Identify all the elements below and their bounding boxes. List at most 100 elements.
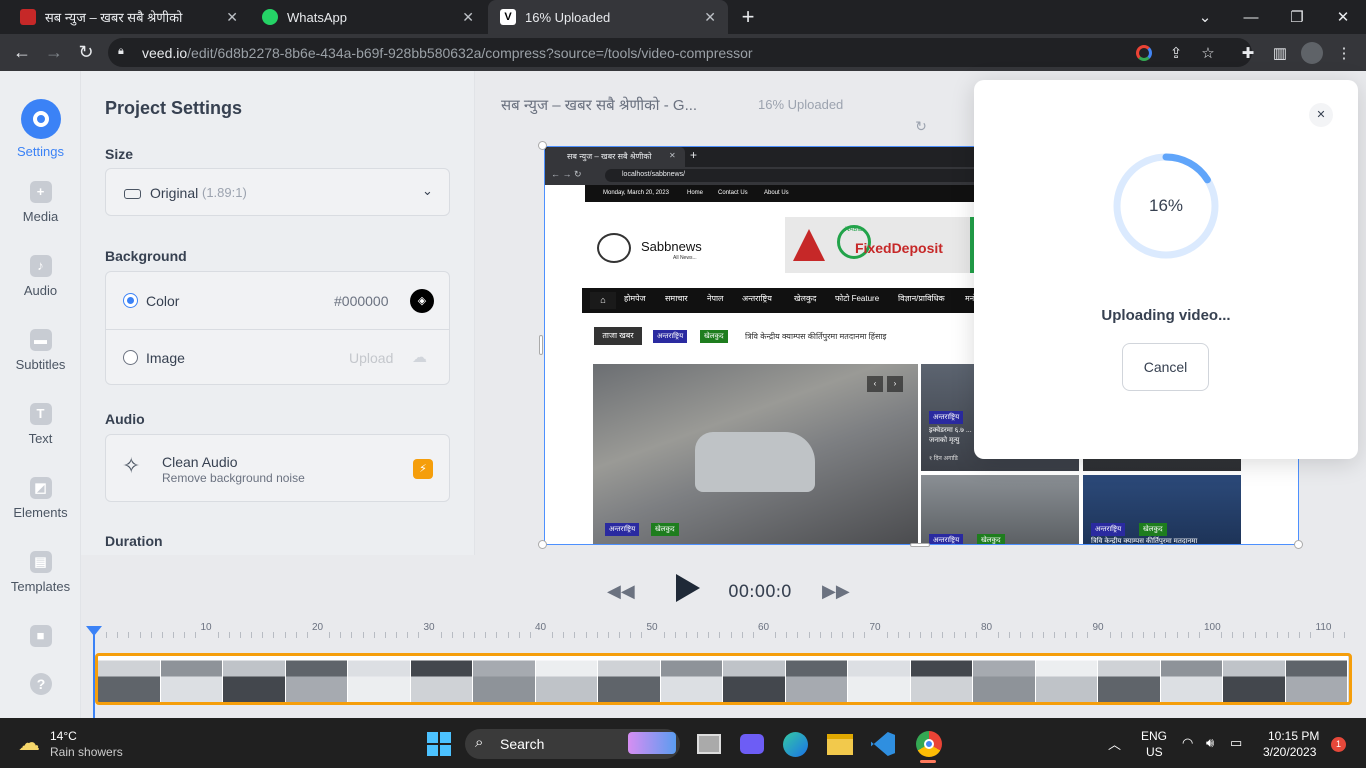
weather-temp[interactable]: 14°C (50, 729, 77, 743)
volume-icon[interactable]: 🔊︎ (1206, 735, 1214, 751)
ruler-tick (585, 632, 587, 638)
new-tab-button[interactable]: + (736, 4, 760, 30)
close-modal-icon[interactable]: ✕ (1309, 103, 1333, 127)
subtitles-icon: ▬ (29, 329, 52, 351)
color-radio[interactable] (123, 293, 138, 308)
ruler-tick (1154, 632, 1156, 638)
ruler-tick (239, 632, 241, 638)
weather-text[interactable]: Rain showers (50, 745, 123, 759)
ruler-tick (251, 632, 253, 638)
ruler-label: 80 (981, 622, 993, 633)
teams-chat-icon[interactable] (740, 734, 764, 754)
extensions-icon[interactable]: ✚ (1233, 34, 1263, 71)
ruler-tick (1109, 632, 1111, 638)
size-dropdown[interactable]: Original (1.89:1) ⌄ (105, 168, 450, 216)
close-tab-icon[interactable]: ✕ (462, 9, 474, 26)
ruler-label: 90 (1092, 622, 1104, 633)
rotate-icon[interactable]: ↻ (912, 118, 930, 136)
rail-text[interactable]: T Text (0, 403, 81, 446)
region[interactable]: US (1146, 745, 1163, 759)
ruler-tick (1232, 632, 1234, 638)
resize-handle[interactable] (538, 141, 547, 150)
side-panel-icon[interactable]: ▥ (1265, 34, 1295, 71)
ruler-tick (340, 632, 342, 638)
ruler-tick (864, 632, 866, 638)
rail-elements[interactable]: ◩ Elements (0, 477, 81, 520)
chrome-icon[interactable] (916, 731, 942, 757)
profile-avatar[interactable] (1297, 34, 1327, 71)
ruler-tick (139, 632, 141, 638)
background-heading: Background (105, 248, 187, 264)
rail-media[interactable]: + Media (0, 181, 81, 224)
video-thumbnail (473, 656, 536, 702)
forward-icon[interactable]: → (38, 34, 70, 71)
edge-icon[interactable] (783, 732, 808, 757)
task-view-icon[interactable] (697, 734, 721, 754)
language[interactable]: ENG (1141, 729, 1167, 743)
fast-forward-icon[interactable]: ▶▶ (822, 581, 850, 602)
tab-whatsapp[interactable]: WhatsApp ✕ (250, 0, 486, 34)
share-icon[interactable]: ⇪ (1161, 34, 1191, 71)
video-thumbnail (410, 656, 473, 702)
upload-button[interactable]: Upload (349, 350, 393, 366)
help-icon[interactable]: ? (30, 673, 52, 695)
battery-icon[interactable]: ▭ (1230, 735, 1242, 751)
close-tab-icon[interactable]: ✕ (226, 9, 238, 26)
weather-icon[interactable]: ☁ (18, 730, 40, 756)
windows-start-icon[interactable] (427, 732, 451, 756)
rail-record[interactable]: ■ (0, 625, 81, 653)
rewind-icon[interactable]: ◀◀ (607, 581, 635, 602)
close-tab-icon[interactable]: ✕ (704, 9, 716, 26)
ruler-tick (1310, 632, 1312, 638)
notification-badge[interactable]: 1 (1331, 737, 1346, 752)
cancel-button[interactable]: Cancel (1122, 343, 1209, 391)
tray-chevron-icon[interactable]: ︿ (1108, 734, 1121, 753)
rail-subtitles[interactable]: ▬ Subtitles (0, 329, 81, 372)
clock-time[interactable]: 10:15 PM (1268, 729, 1319, 743)
ruler-tick (1031, 632, 1033, 638)
google-icon[interactable] (1129, 34, 1159, 71)
ruler-tick (1221, 632, 1223, 638)
file-explorer-icon[interactable] (827, 734, 853, 755)
timeline-ruler[interactable]: 10 20 30 40 50 60 70 80 90 100 110 (95, 622, 1351, 640)
minimize-icon[interactable]: — (1228, 0, 1274, 34)
video-track[interactable] (95, 653, 1352, 705)
tab-search-icon[interactable]: ⌄ (1182, 0, 1228, 34)
close-window-icon[interactable]: ✕ (1320, 0, 1366, 34)
url-text[interactable]: veed.io/edit/6d8b2278-8b6e-434a-b69f-928… (142, 45, 753, 61)
ruler-label: 100 (1204, 622, 1221, 633)
resize-handle[interactable] (910, 543, 930, 547)
ruler-tick (161, 632, 163, 638)
lock-icon[interactable]: 🔒︎ (118, 45, 128, 58)
rail-templates[interactable]: ▤ Templates (0, 551, 81, 594)
resize-handle[interactable] (539, 335, 543, 355)
back-icon[interactable]: ← (6, 34, 38, 71)
resize-handle[interactable] (1294, 540, 1303, 549)
background-options: Color #000000 ◈ Image Upload ☁ (105, 271, 450, 385)
ruler-tick (1254, 632, 1256, 638)
rail-settings[interactable]: Settings (0, 99, 81, 159)
ruler-tick (1265, 632, 1267, 638)
tab-sabbnews[interactable]: सब न्युज – खबर सबै श्रेणीको ✕ (8, 0, 250, 34)
tab-title: सब न्युज – खबर सबै श्रेणीको (45, 10, 183, 25)
clock-date[interactable]: 3/20/2023 (1263, 745, 1316, 759)
ruler-tick (942, 632, 944, 638)
preview-menu-item: अन्तराष्ट्रिय (742, 294, 772, 303)
play-button[interactable] (676, 574, 700, 602)
ruler-tick (384, 632, 386, 638)
rail-label: Settings (17, 144, 64, 159)
ruler-label: 30 (423, 622, 435, 633)
bookmark-star-icon[interactable]: ☆ (1193, 34, 1223, 71)
restore-icon[interactable]: ❐ (1274, 0, 1320, 34)
project-name[interactable]: सब न्युज – खबर सबै श्रेणीको - G... (501, 95, 697, 115)
ruler-tick (1198, 632, 1200, 638)
clean-audio-card[interactable]: ✧ Clean Audio Remove background noise ⚡︎ (105, 434, 450, 502)
wifi-icon[interactable]: ◠ (1182, 735, 1193, 751)
reload-icon[interactable]: ↻ (70, 34, 102, 71)
paint-bucket-icon[interactable]: ◈ (410, 289, 434, 313)
menu-dots-icon[interactable]: ⋮ (1329, 34, 1359, 71)
rail-audio[interactable]: ♪ Audio (0, 255, 81, 298)
resize-handle[interactable] (538, 540, 547, 549)
image-radio[interactable] (123, 350, 138, 365)
tab-veed[interactable]: V 16% Uploaded ✕ (488, 0, 728, 34)
